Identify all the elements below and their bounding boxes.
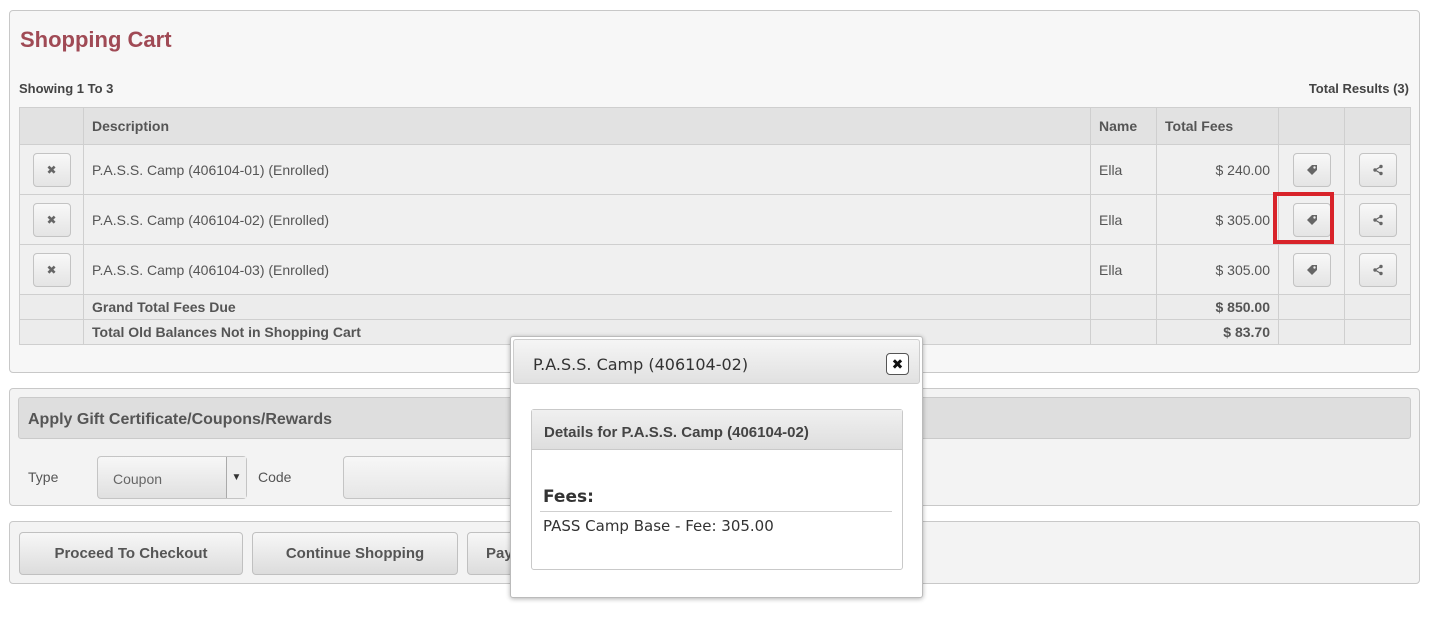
close-icon: ✖ [891,355,904,372]
old-balance-value: $ 83.70 [1156,319,1279,345]
type-select-value: Coupon [113,471,163,487]
empty-cell [1090,319,1157,345]
table-row: ✖ P.A.S.S. Camp (406104-03) (Enrolled) E… [19,244,1411,295]
share-cell [1344,244,1411,295]
fee-details-dialog: P.A.S.S. Camp (406104-02) ✖ Details for … [510,336,923,598]
divider [540,511,892,512]
share-button[interactable] [1358,202,1397,237]
row-fee: $ 240.00 [1156,144,1279,195]
row-fee: $ 305.00 [1156,244,1279,295]
table-row: ✖ P.A.S.S. Camp (406104-01) (Enrolled) E… [19,144,1411,195]
empty-cell [1344,294,1411,320]
header-remove [19,107,84,145]
share-cell [1344,144,1411,195]
remove-item-button[interactable]: ✖ [32,252,71,287]
close-button[interactable]: ✖ [886,353,909,375]
continue-shopping-button[interactable]: Continue Shopping [252,532,458,575]
empty-cell [1278,294,1345,320]
table-header-row: Description Name Total Fees [19,107,1411,145]
fees-cell [1278,194,1345,245]
remove-cell: ✖ [19,194,84,245]
total-results: Total Results (3) [1308,81,1409,96]
dialog-title: P.A.S.S. Camp (406104-02) [533,355,749,374]
shopping-cart-panel: Shopping Cart Showing 1 To 3 Total Resul… [9,10,1420,373]
fee-item: PASS Camp Base - Fee: 305.00 [543,517,774,535]
fees-heading: Fees: [543,487,594,507]
proceed-to-checkout-button[interactable]: Proceed To Checkout [19,532,243,575]
row-name: Ella [1090,244,1157,295]
type-label: Type [28,469,59,485]
share-button[interactable] [1358,252,1397,287]
view-fees-button[interactable] [1292,152,1331,187]
view-fees-button[interactable] [1292,202,1331,237]
fees-cell [1278,144,1345,195]
empty-cell [1090,294,1157,320]
x-icon: ✖ [46,212,57,227]
view-fees-button[interactable] [1292,252,1331,287]
x-icon: ✖ [46,262,57,277]
row-description: P.A.S.S. Camp (406104-03) (Enrolled) [83,244,1091,295]
header-total-fees: Total Fees [1156,107,1279,145]
row-description: P.A.S.S. Camp (406104-01) (Enrolled) [83,144,1091,195]
empty-cell [1344,319,1411,345]
header-fees-action [1278,107,1345,145]
table-row: ✖ P.A.S.S. Camp (406104-02) (Enrolled) E… [19,194,1411,245]
tag-icon [1306,264,1317,275]
chevron-down-icon[interactable]: ▼ [226,457,246,498]
gift-panel-title: Apply Gift Certificate/Coupons/Rewards [28,411,333,428]
tag-icon [1306,214,1317,225]
row-description: P.A.S.S. Camp (406104-02) (Enrolled) [83,194,1091,245]
header-description: Description [83,107,1091,145]
header-name: Name [1090,107,1157,145]
code-label: Code [258,469,292,485]
tag-icon [1306,164,1317,175]
row-name: Ella [1090,144,1157,195]
grand-total-value: $ 850.00 [1156,294,1279,320]
header-share-action [1344,107,1411,145]
grand-total-label: Grand Total Fees Due [83,294,1091,320]
type-select[interactable]: Coupon ▼ [97,456,247,499]
details-title: Details for P.A.S.S. Camp (406104-02) [544,424,809,441]
share-button[interactable] [1358,152,1397,187]
row-name: Ella [1090,194,1157,245]
page-title: Shopping Cart [20,27,172,52]
details-header: Details for P.A.S.S. Camp (406104-02) [532,410,902,450]
empty-cell [19,294,84,320]
empty-cell [19,319,84,345]
share-icon [1372,264,1383,275]
remove-item-button[interactable]: ✖ [32,202,71,237]
showing-range: Showing 1 To 3 [19,81,114,96]
fees-cell [1278,244,1345,295]
empty-cell [1278,319,1345,345]
remove-cell: ✖ [19,144,84,195]
grand-total-row: Grand Total Fees Due $ 850.00 [19,294,1411,320]
cart-table: Description Name Total Fees ✖ P.A.S.S. C… [19,107,1411,345]
share-cell [1344,194,1411,245]
share-icon [1372,164,1383,175]
x-icon: ✖ [46,162,57,177]
remove-item-button[interactable]: ✖ [32,152,71,187]
share-icon [1372,214,1383,225]
remove-cell: ✖ [19,244,84,295]
dialog-header: P.A.S.S. Camp (406104-02) ✖ [513,339,920,384]
row-fee: $ 305.00 [1156,194,1279,245]
details-box: Details for P.A.S.S. Camp (406104-02) Fe… [531,409,903,570]
